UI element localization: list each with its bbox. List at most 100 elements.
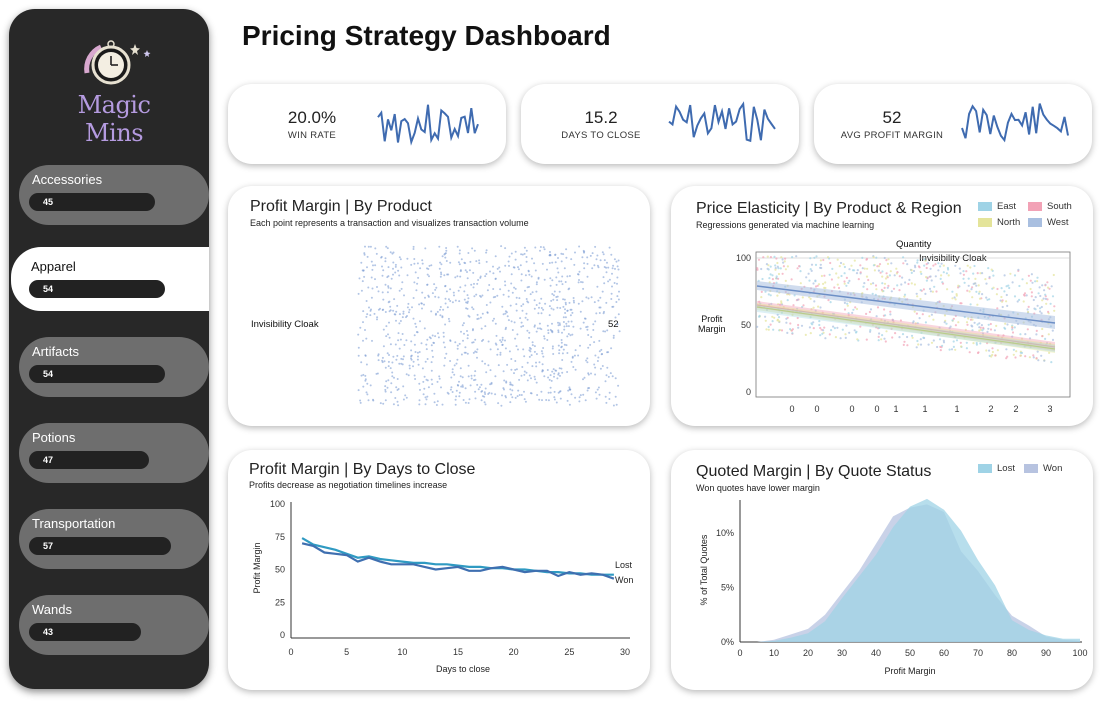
transaction-point [507,260,510,263]
sidebar-item-value: 57 [43,541,54,551]
transaction-point [444,297,447,300]
transaction-point [385,245,388,248]
elasticity-point [820,274,823,278]
transaction-point [481,294,484,297]
elasticity-point [765,263,768,266]
elasticity-point [968,290,971,293]
x-axis-label: Days to close [436,664,490,674]
elasticity-point [1011,331,1015,334]
sidebar-item-apparel[interactable]: Apparel 54 [11,247,209,311]
transaction-point [530,392,533,395]
transaction-point [359,326,362,329]
elasticity-point [903,295,906,298]
elasticity-point [890,290,893,293]
transaction-point [410,357,412,360]
transaction-point [514,287,517,290]
transaction-point [552,298,555,301]
elasticity-point [973,264,976,268]
transaction-point [582,287,585,290]
elasticity-point [799,282,802,285]
transaction-point [445,352,448,355]
transaction-point [395,358,398,361]
transaction-point [488,391,491,394]
transaction-point [539,246,542,248]
elasticity-point [913,264,917,267]
transaction-point [556,306,559,309]
transaction-point [365,315,368,318]
sidebar-item-artifacts[interactable]: Artifacts 54 [19,337,209,397]
transaction-point [565,322,568,325]
transaction-point [477,279,480,281]
transaction-point [533,307,536,310]
elasticity-point [756,267,759,270]
transaction-point [454,276,457,279]
transaction-point [535,304,538,306]
elasticity-point [1001,305,1004,309]
transaction-point [500,341,503,343]
elasticity-point [907,282,910,286]
transaction-point [459,275,462,278]
sidebar-item-accessories[interactable]: Accessories 45 [19,165,209,225]
transaction-point [523,355,526,358]
elasticity-point [843,282,846,285]
transaction-point [531,344,534,347]
transaction-point [510,282,513,285]
transaction-point [421,259,424,262]
elasticity-point [970,324,973,327]
transaction-point [499,339,502,342]
sidebar-item-potions[interactable]: Potions 47 [19,423,209,483]
transaction-point [381,265,383,268]
transaction-point [561,371,564,374]
transaction-point [478,262,481,265]
transaction-point [426,395,429,398]
elasticity-point [981,293,984,296]
transaction-point [412,317,415,320]
transaction-point [501,338,504,341]
transaction-point [425,398,428,401]
elasticity-point [931,290,934,293]
transaction-point [472,271,475,274]
transaction-point [376,318,378,321]
elasticity-point [928,287,932,290]
sidebar-item-transportation[interactable]: Transportation 57 [19,509,209,569]
elasticity-point [777,316,781,319]
elasticity-point [977,351,980,354]
elasticity-point [764,319,767,322]
transaction-point [388,336,391,339]
transaction-point [534,246,537,249]
elasticity-point [1026,328,1029,331]
transaction-point [605,266,608,269]
transaction-point [549,253,552,256]
elasticity-point [1042,297,1045,300]
transaction-point [530,275,533,278]
transaction-point [449,261,452,264]
transaction-point [423,327,426,330]
transaction-point [517,389,520,392]
transaction-point [466,330,468,332]
elasticity-point [945,272,948,275]
elasticity-point [988,275,991,279]
transaction-point [387,275,390,278]
transaction-point [410,263,413,266]
transaction-point [463,298,466,301]
elasticity-point [1041,335,1044,338]
transaction-point [481,360,484,363]
sidebar-item-wands[interactable]: Wands 43 [19,595,209,655]
transaction-point [510,252,513,255]
transaction-point [566,352,569,354]
elasticity-point [837,286,841,290]
transaction-point [525,371,528,374]
x-tick: 0 [874,404,879,414]
transaction-point [490,382,493,385]
transaction-point [611,375,614,378]
elasticity-point [843,265,846,269]
elasticity-point [994,354,997,357]
elasticity-point [764,315,767,318]
elasticity-point [946,288,949,291]
transaction-point [558,322,561,325]
elasticity-point [877,269,880,272]
elasticity-point [1003,290,1006,293]
transaction-point [533,375,536,378]
elasticity-point [839,261,843,265]
elasticity-point [807,272,810,275]
